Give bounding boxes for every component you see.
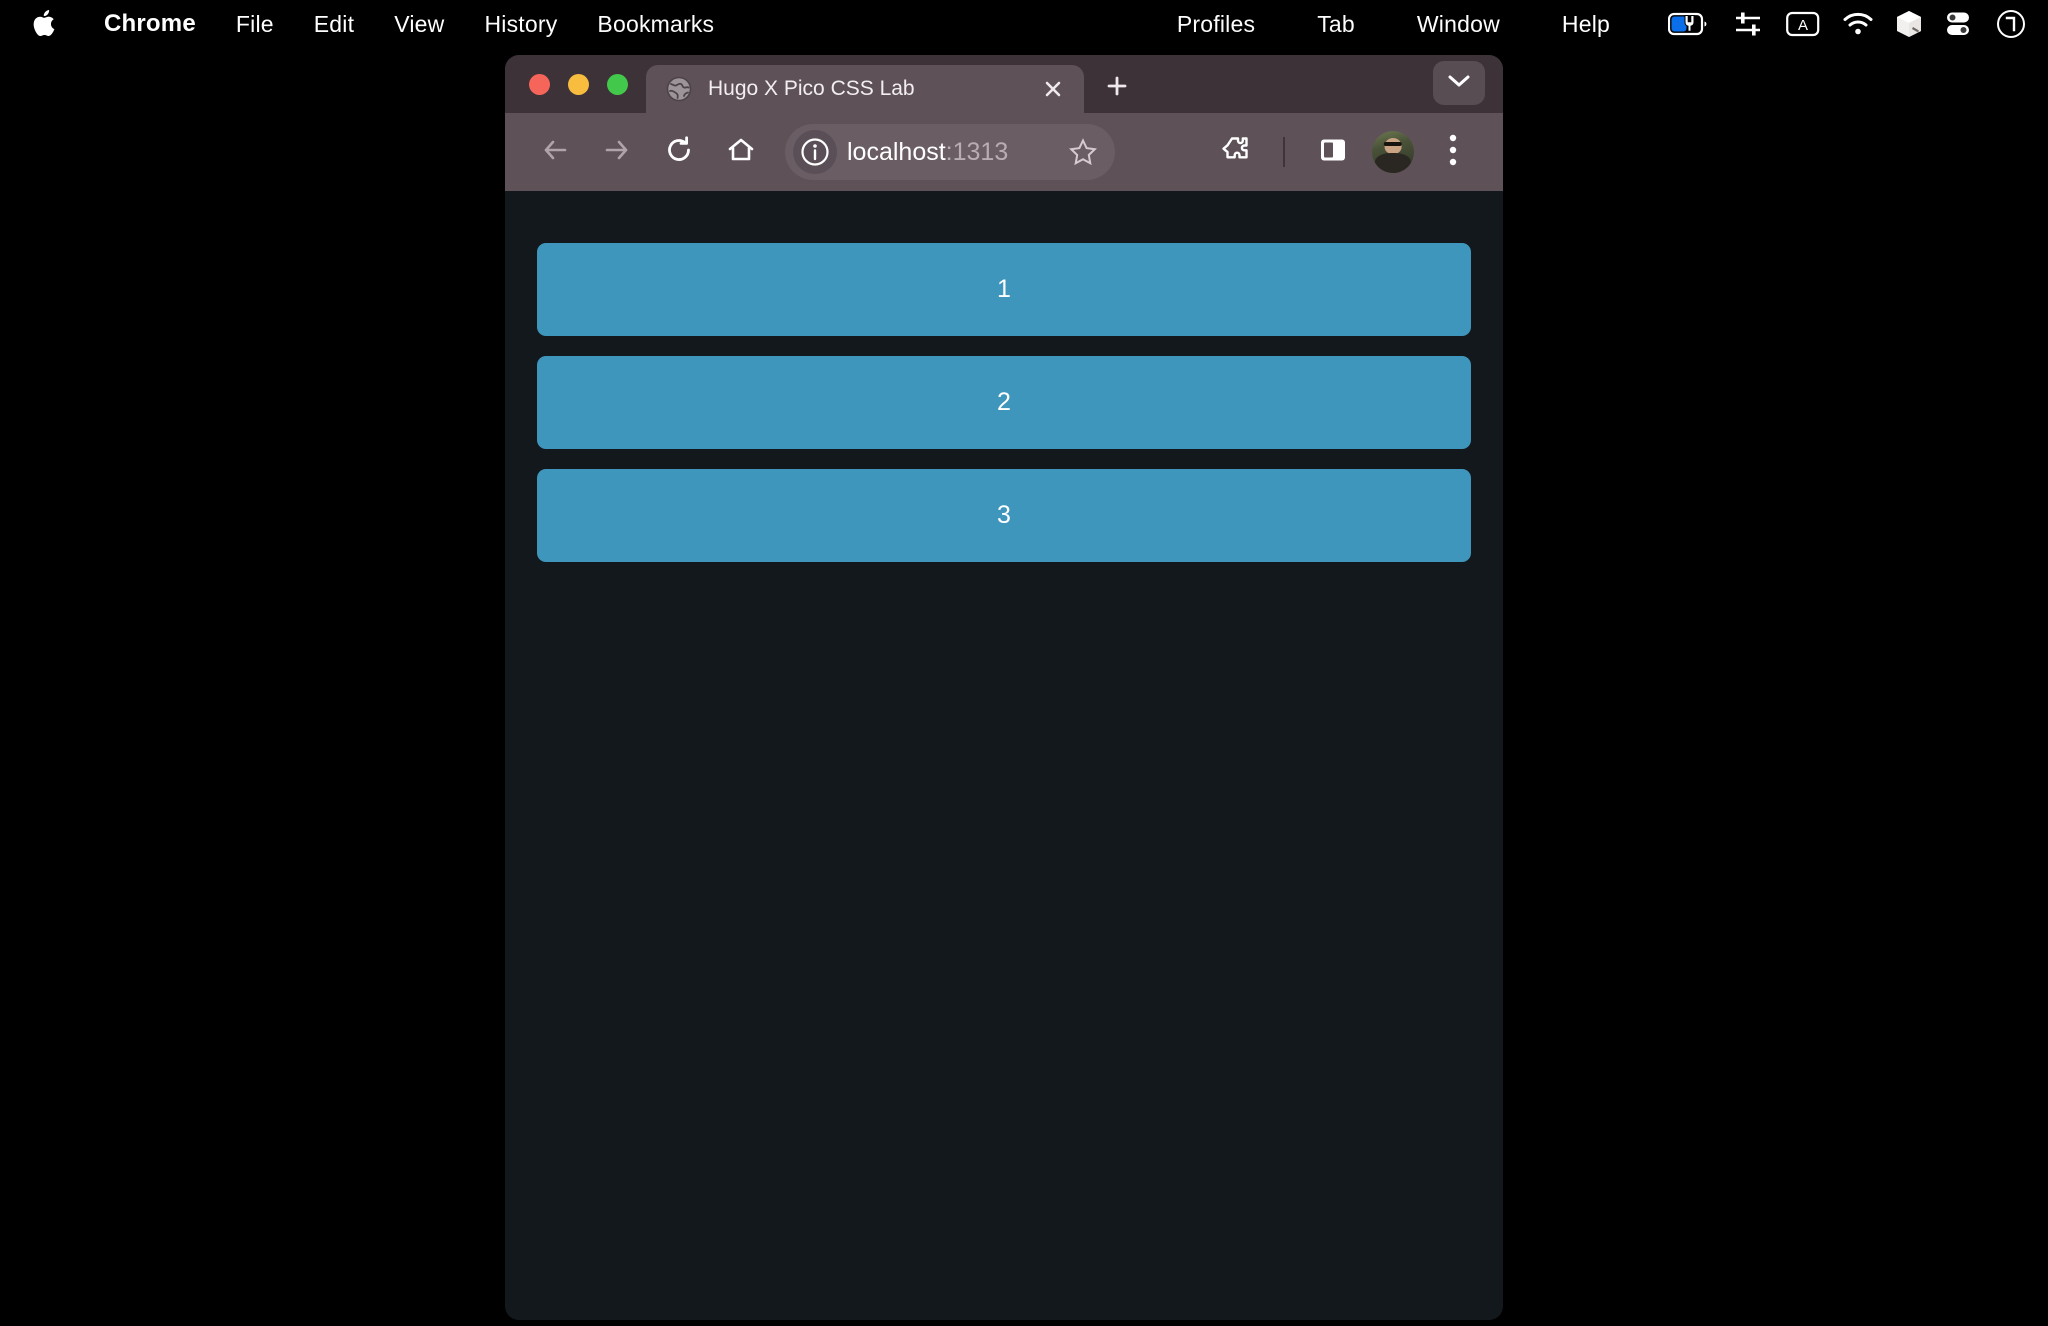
battery-charging-icon[interactable] [1668,11,1712,37]
tab-title: Hugo X Pico CSS Lab [708,77,915,100]
menu-item-history[interactable]: History [464,0,577,48]
menu-item-edit[interactable]: Edit [294,0,374,48]
chrome-menu-button[interactable] [1425,124,1481,180]
star-icon[interactable] [1063,132,1103,172]
reload-icon [664,135,694,170]
extensions-button[interactable] [1207,124,1263,180]
menu-item-window[interactable]: Window [1397,0,1520,48]
wifi-icon[interactable] [1842,12,1874,36]
avatar [1372,131,1414,173]
window-close-button[interactable] [529,74,550,95]
menu-item-profiles[interactable]: Profiles [1157,0,1275,48]
forward-button[interactable] [589,124,645,180]
new-tab-button[interactable] [1096,67,1138,109]
side-panel-icon [1319,136,1347,169]
address-bar[interactable]: localhost:1313 [785,124,1115,180]
page-button-3[interactable]: 3 [537,469,1471,562]
raycast-icon[interactable] [1896,10,1922,38]
menu-bar-left: Chrome File Edit View History Bookmarks [0,0,734,48]
macos-menu-bar: Chrome File Edit View History Bookmarks … [0,0,2048,48]
control-sliders-icon[interactable] [1734,10,1764,38]
arrow-left-icon [540,135,570,170]
toolbar-divider [1283,137,1285,167]
arrow-right-icon [602,135,632,170]
home-button[interactable] [713,124,769,180]
toolbar-right-group [1207,124,1481,180]
keyboard-input-a-icon[interactable]: A [1786,10,1820,38]
window-maximize-button[interactable] [607,74,628,95]
chrome-browser-window: Hugo X Pico CSS Lab localhost:1313 1 2 3 [505,55,1503,1320]
browser-tab-active[interactable]: Hugo X Pico CSS Lab [646,65,1084,113]
url-port: :1313 [945,137,1009,166]
home-icon [726,135,756,170]
page-button-1[interactable]: 1 [537,243,1471,336]
avatar-glasses [1383,141,1403,146]
apple-logo-icon[interactable] [28,7,58,41]
tab-strip: Hugo X Pico CSS Lab [505,55,1503,113]
svg-text:A: A [1798,17,1808,34]
window-minimize-button[interactable] [568,74,589,95]
plus-icon [1105,74,1129,103]
chevron-down-icon [1447,73,1471,94]
page-viewport: 1 2 3 [505,191,1503,1320]
menu-bar-right: Profiles Tab Window Help A [1157,0,2048,48]
puzzle-icon [1220,135,1250,170]
profile-button[interactable] [1365,124,1421,180]
avatar-body [1374,152,1412,173]
tab-search-button[interactable] [1433,61,1485,105]
globe-icon [666,76,692,102]
browser-toolbar: localhost:1313 [505,113,1503,191]
reload-button[interactable] [651,124,707,180]
url-host: localhost [847,137,946,166]
menu-item-view[interactable]: View [374,0,464,48]
three-dots-icon [1448,133,1458,172]
window-traffic-lights [505,74,646,113]
side-panel-button[interactable] [1305,124,1361,180]
avatar-head [1384,137,1402,154]
menu-item-tab[interactable]: Tab [1297,0,1375,48]
url-text[interactable]: localhost:1313 [837,138,1063,167]
control-center-icon[interactable] [1944,11,1974,37]
info-circle-icon[interactable] [793,130,837,174]
menu-item-bookmarks[interactable]: Bookmarks [577,0,734,48]
close-icon[interactable] [1038,74,1068,104]
menu-item-help[interactable]: Help [1542,0,1630,48]
menu-item-file[interactable]: File [216,0,294,48]
page-button-2[interactable]: 2 [537,356,1471,449]
menu-item-chrome[interactable]: Chrome [84,0,216,48]
back-button[interactable] [527,124,583,180]
siri-icon[interactable] [1996,9,2026,39]
